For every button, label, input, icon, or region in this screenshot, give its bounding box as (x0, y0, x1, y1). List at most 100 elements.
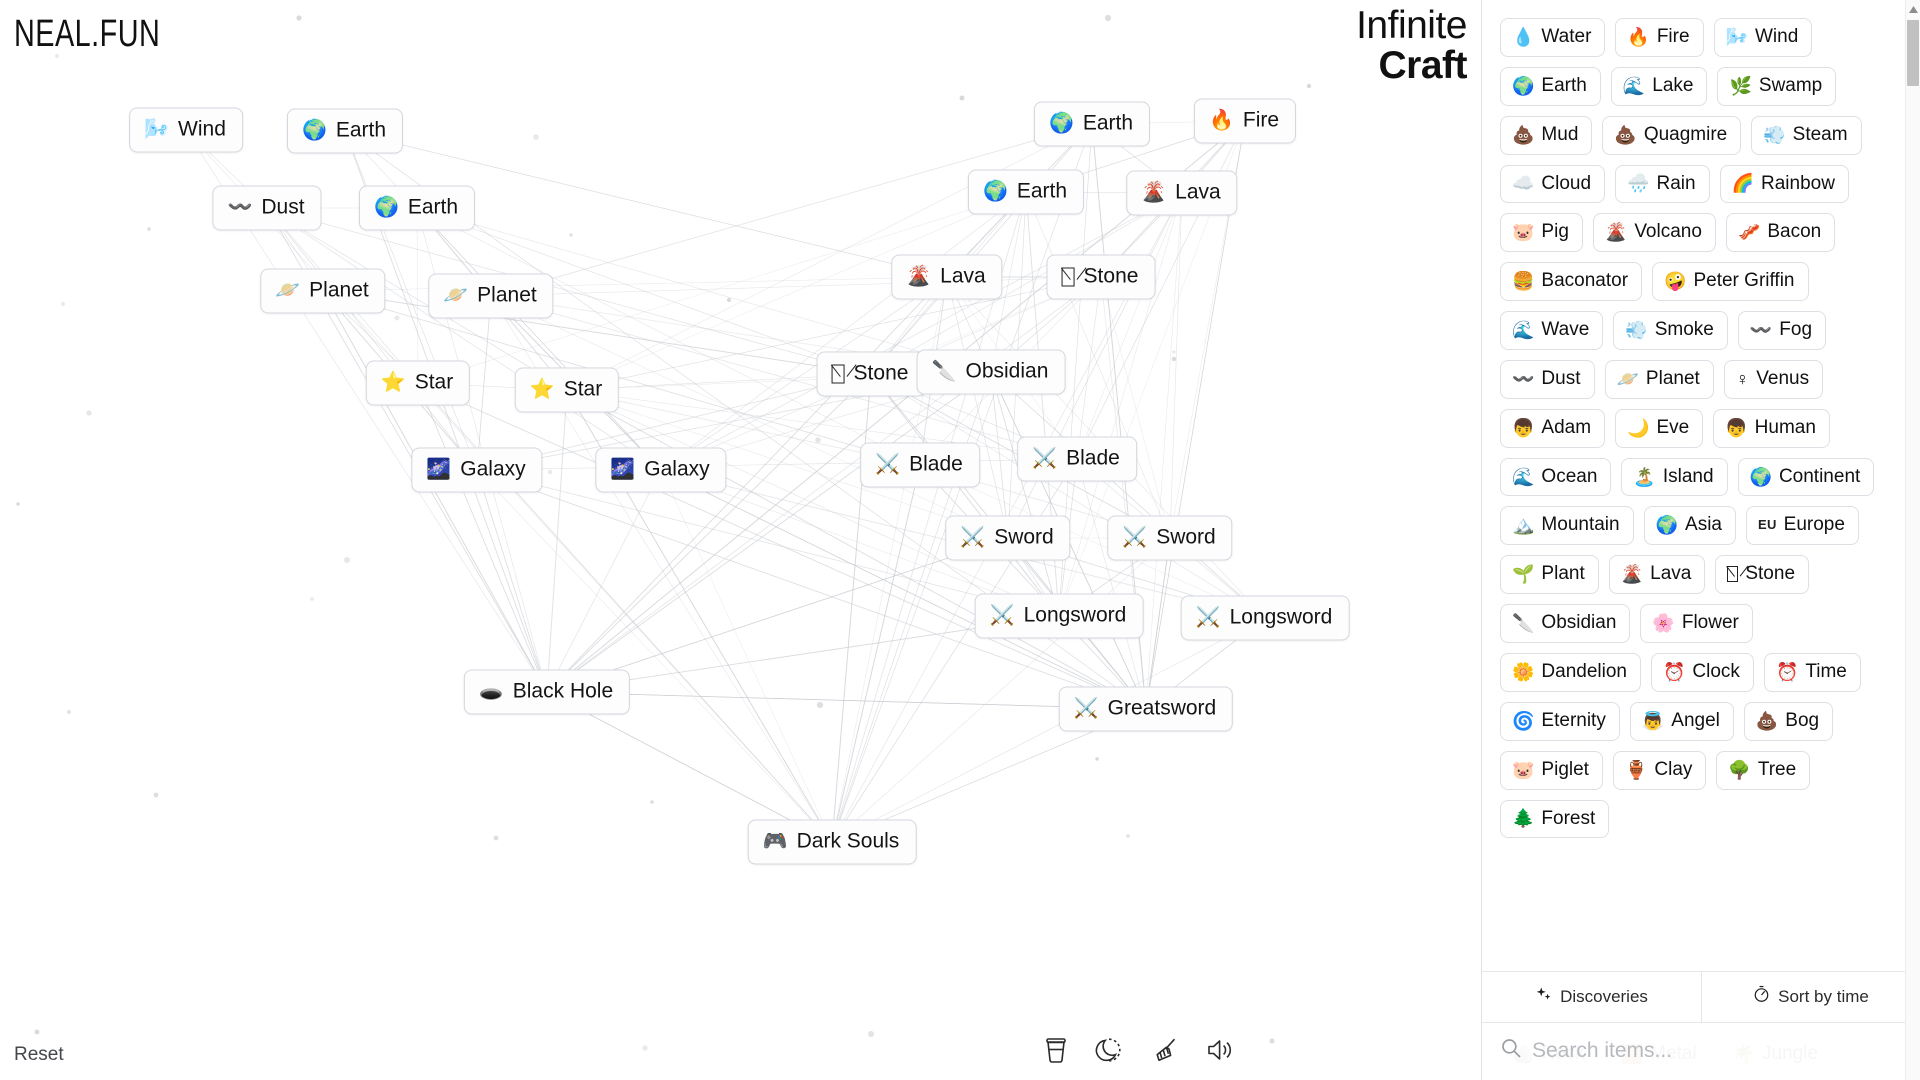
sidebar-item[interactable]: EU Europe (1745, 506, 1859, 546)
scroll-up-arrow[interactable] (1906, 1, 1920, 17)
canvas-node-label: Greatsword (1107, 696, 1217, 720)
canvas-node[interactable]: 🔥 Fire (1193, 98, 1297, 144)
sidebar-item[interactable]: 🌲 Forest (1500, 799, 1610, 839)
tab-discoveries[interactable]: Discoveries (1482, 972, 1701, 1022)
search-bar[interactable] (1482, 1022, 1920, 1080)
sidebar-item[interactable]: 〰️ Fog (1737, 311, 1827, 350)
canvas-node[interactable]: ⚔️ Blade (860, 442, 980, 488)
sidebar-item[interactable]: 🐷 Piglet (1500, 750, 1603, 790)
sidebar-item[interactable]: ⏰ Clock (1651, 652, 1754, 692)
sidebar-item[interactable]: ⏰ Time (1763, 652, 1861, 692)
tab-sort-by-time[interactable]: Sort by time (1701, 972, 1920, 1022)
sidebar-item[interactable]: 🌙 Eve (1615, 408, 1704, 448)
sidebar-item[interactable]: 🌋 Volcano (1592, 213, 1716, 253)
sidebar-item[interactable]: 🌊 Wave (1500, 311, 1604, 350)
canvas-node[interactable]: ⚔️ Blade (1017, 436, 1137, 482)
sidebar-item[interactable]: Stone (1715, 555, 1810, 595)
canvas-node[interactable]: 🪐 Planet (428, 273, 554, 319)
canvas-node[interactable]: ⚔️ Sword (945, 515, 1071, 561)
sidebar-item[interactable]: 💧 Water (1500, 18, 1606, 57)
sidebar-item[interactable]: 🥓 Bacon (1725, 213, 1836, 253)
dagger-emoji: ⚔️ (1073, 697, 1099, 720)
canvas-node[interactable]: 🌍 Earth (1033, 101, 1151, 147)
canvas-node[interactable]: 🌍 Earth (358, 185, 476, 231)
dagger-emoji: ⚔️ (1195, 606, 1221, 629)
sidebar-item[interactable]: 👦 Human (1713, 408, 1830, 448)
cherry-blossom-emoji: 🌸 (1652, 613, 1675, 634)
canvas-node[interactable]: ⭐ Star (514, 367, 620, 413)
sidebar-item[interactable]: 💩 Bog (1743, 701, 1834, 741)
sidebar-item-label: Asia (1685, 514, 1722, 536)
sidebar-item-label: Smoke (1654, 319, 1714, 341)
sidebar-item[interactable]: 🌊 Lake (1610, 66, 1708, 106)
canvas-node[interactable]: 🌌 Galaxy (411, 447, 543, 493)
canvas-node[interactable]: 〰️ Dust (212, 185, 322, 231)
moon-icon[interactable] (1095, 1036, 1123, 1064)
scrollbar-thumb[interactable] (1907, 20, 1919, 86)
sidebar-item[interactable]: 🌍 Continent (1737, 457, 1875, 497)
canvas-node[interactable]: ⚔️ Sword (1107, 515, 1233, 561)
sidebar-item[interactable]: 🌧️ Rain (1615, 164, 1710, 204)
sidebar-item[interactable]: 🏺 Clay (1612, 750, 1707, 790)
sidebar-item[interactable]: 🌿 Swamp (1717, 66, 1837, 106)
sidebar-item[interactable]: ☁️ Cloud (1500, 164, 1606, 204)
canvas-node[interactable]: 🌋 Lava (1126, 170, 1238, 216)
neal-fun-logo[interactable]: NEAL.FUN (14, 12, 160, 56)
canvas-node[interactable]: ⚔️ Longsword (1180, 595, 1350, 641)
sidebar-item[interactable]: ♀ Venus (1723, 359, 1824, 399)
sidebar-item[interactable]: 💨 Smoke (1613, 311, 1728, 350)
sidebar-item[interactable]: 🌀 Eternity (1500, 701, 1620, 741)
sidebar-item[interactable]: 🌋 Lava (1608, 555, 1706, 595)
sidebar-item[interactable]: 🍔 Baconator (1500, 262, 1643, 302)
canvas-node[interactable]: 🌍 Earth (286, 108, 404, 154)
sidebar-item-label: Clay (1654, 758, 1693, 780)
sidebar-item[interactable]: 👦 Adam (1500, 408, 1606, 448)
sidebar-item[interactable]: 💨 Steam (1751, 115, 1862, 155)
sidebar-item[interactable]: 🌸 Flower (1640, 604, 1753, 643)
sidebar-scrollbar[interactable] (1905, 0, 1920, 1080)
canvas-node[interactable]: 🌋 Lava (891, 254, 1003, 300)
canvas-node[interactable]: 🔪 Obsidian (916, 349, 1066, 395)
sidebar-item[interactable]: 🌳 Tree (1716, 750, 1811, 790)
canvas-node[interactable]: 🕳️ Black Hole (463, 669, 631, 715)
sidebar-item[interactable]: 🌍 Earth (1500, 66, 1601, 106)
planet-emoji: 🪐 (275, 279, 301, 302)
sidebar-item[interactable]: 🔥 Fire (1615, 18, 1704, 57)
sidebar-item[interactable]: 〰️ Dust (1500, 359, 1595, 399)
sidebar-item[interactable]: 🌱 Plant (1500, 555, 1599, 595)
sidebar-item[interactable]: 💩 Mud (1500, 115, 1593, 155)
sidebar-item[interactable]: 👼 Angel (1629, 701, 1734, 741)
canvas-node-label: Black Hole (512, 679, 614, 703)
reset-button[interactable]: Reset (14, 1044, 64, 1066)
sidebar-item[interactable]: 🤪 Peter Griffin (1652, 262, 1809, 302)
sidebar-item[interactable]: 💩 Quagmire (1602, 115, 1742, 155)
alarm-clock-emoji: ⏰ (1775, 661, 1799, 682)
canvas-node[interactable]: 🌌 Galaxy (595, 447, 727, 493)
sidebar-item[interactable]: 🏝️ Island (1621, 457, 1728, 497)
canvas-node[interactable]: Stone (1046, 254, 1156, 300)
coffee-icon[interactable] (1043, 1036, 1069, 1064)
sidebar-item[interactable]: 🌍 Asia (1643, 506, 1736, 546)
items-scroll-area[interactable]: 💧 Water 🔥 Fire 🌬️ Wind 🌍 Earth 🌊 Lake 🌿 Swamp 💩 Mud 💩 Q… (1482, 0, 1920, 971)
sidebar-item[interactable]: 🌼 Dandelion (1500, 652, 1641, 692)
sidebar-item[interactable]: 🌊 Ocean (1500, 457, 1612, 497)
sidebar-item[interactable]: 🌈 Rainbow (1719, 164, 1849, 204)
sidebar-item[interactable]: 🔪 Obsidian (1500, 604, 1631, 643)
broom-icon[interactable] (1149, 1036, 1179, 1064)
sidebar-item[interactable]: 🏔️ Mountain (1500, 506, 1634, 546)
canvas-node[interactable]: ⭐ Star (365, 360, 471, 406)
sidebar-item[interactable]: 🌬️ Wind (1713, 18, 1813, 57)
canvas-node[interactable]: 🌬️ Wind (129, 107, 243, 153)
canvas-node[interactable]: 🌍 Earth (967, 169, 1085, 215)
canvas-node[interactable]: 🎮 Dark Souls (747, 819, 917, 865)
crafting-canvas[interactable]: NEAL.FUN Infinite Craft 🌬️ Wind 🌍 Earth 〰️ Du… (0, 0, 1481, 1080)
sidebar-item[interactable]: 🪐 Planet (1604, 359, 1714, 399)
canvas-node[interactable]: Stone (816, 351, 926, 397)
canvas-node[interactable]: 🪐 Planet (260, 268, 386, 314)
canvas-node-label: Star (414, 370, 454, 394)
search-input[interactable] (1532, 1038, 1902, 1063)
sidebar-item[interactable]: 🐷 Pig (1500, 213, 1583, 253)
canvas-node[interactable]: ⚔️ Greatsword (1058, 686, 1234, 732)
speaker-icon[interactable] (1205, 1036, 1235, 1064)
canvas-node[interactable]: ⚔️ Longsword (974, 593, 1144, 639)
